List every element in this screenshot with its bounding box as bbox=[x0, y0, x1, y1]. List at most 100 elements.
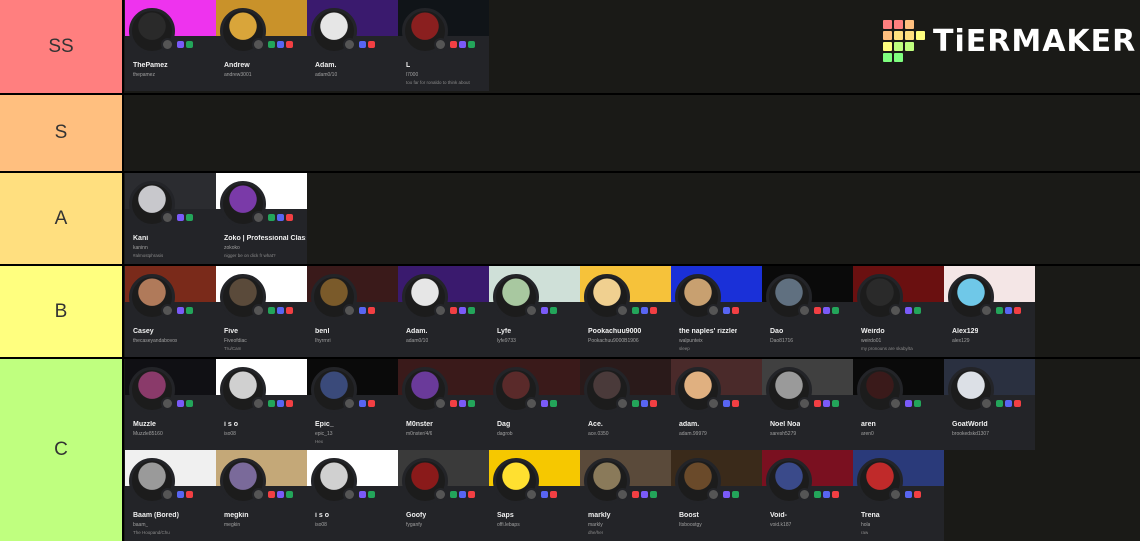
profile-badges bbox=[359, 491, 375, 498]
badge-icon bbox=[914, 400, 921, 407]
display-name: Epic_ bbox=[315, 421, 334, 428]
badge-icon bbox=[468, 41, 475, 48]
profile-card[interactable]: Weirdo weirdo01 my pronouns are skaby/ta bbox=[853, 266, 944, 357]
profile-card[interactable]: megkin megkin bbox=[216, 450, 307, 541]
profile-card[interactable]: Saps offi.lebaps bbox=[489, 450, 580, 541]
profile-card[interactable]: Five Fiveofdiac Tru/Cam bbox=[216, 266, 307, 357]
tier-label-s[interactable]: S bbox=[0, 95, 124, 171]
status-icon bbox=[525, 397, 538, 410]
badge-icon bbox=[177, 307, 184, 314]
badge-icon bbox=[268, 307, 275, 314]
display-name: Dag bbox=[497, 421, 511, 428]
profile-card[interactable]: Void-void.k187 bbox=[762, 450, 853, 541]
badge-icon bbox=[632, 491, 639, 498]
profile-card[interactable]: M0nster m0nster/4/6 bbox=[398, 359, 489, 450]
badge-icon bbox=[550, 307, 557, 314]
tier-label-ss[interactable]: SS bbox=[0, 0, 124, 93]
profile-card[interactable]: aren aren0 bbox=[853, 359, 944, 450]
profile-card[interactable]: Ll7000 too far for ronaldo to think about bbox=[398, 0, 489, 91]
tier-label-c[interactable]: C bbox=[0, 359, 124, 541]
badge-icon bbox=[541, 491, 548, 498]
profile-status-text: Tru/Cam bbox=[224, 346, 242, 351]
badge-icon bbox=[177, 491, 184, 498]
profile-card[interactable]: Casey thecaseyandabovos bbox=[125, 266, 216, 357]
profile-card[interactable]: Dag dagrob bbox=[489, 359, 580, 450]
status-icon bbox=[343, 488, 356, 501]
profile-badges bbox=[177, 41, 193, 48]
display-name: Weirdo bbox=[861, 328, 885, 335]
profile-card[interactable]: the naples' rizzler walpunteix sleep bbox=[671, 266, 762, 357]
badge-icon bbox=[186, 491, 193, 498]
profile-card[interactable]: Muzzle Muzzle85160 bbox=[125, 359, 216, 450]
badge-icon bbox=[1014, 307, 1021, 314]
username: Itsboostgy bbox=[679, 522, 702, 528]
status-icon bbox=[980, 304, 993, 317]
status-icon bbox=[798, 304, 811, 317]
profile-card[interactable]: GoatWorld brookedskd1307 bbox=[944, 359, 1035, 450]
display-name: Kani bbox=[133, 235, 149, 242]
username: hola bbox=[861, 522, 871, 528]
badge-icon bbox=[641, 491, 648, 498]
profile-card[interactable]: Lyfe lyfe9733 bbox=[489, 266, 580, 357]
profile-card[interactable]: Noel Noa saresh5279 bbox=[762, 359, 853, 450]
badge-icon bbox=[550, 400, 557, 407]
profile-badges bbox=[814, 400, 839, 407]
profile-status-text: The Hoopand/Chu bbox=[133, 530, 170, 535]
username: aren0 bbox=[861, 431, 874, 437]
profile-card[interactable]: benl Ihyrrnri bbox=[307, 266, 398, 357]
badge-icon bbox=[723, 400, 730, 407]
status-icon bbox=[434, 488, 447, 501]
display-name: Noel Noa bbox=[770, 421, 801, 428]
badge-icon bbox=[450, 400, 457, 407]
username: zokoko bbox=[224, 245, 240, 251]
profile-card[interactable]: Goofy fyganfy bbox=[398, 450, 489, 541]
status-icon bbox=[707, 304, 720, 317]
username: Dao81716 bbox=[770, 338, 794, 344]
badge-icon bbox=[832, 400, 839, 407]
profile-card[interactable]: Dao Dao81716 bbox=[762, 266, 853, 357]
display-name: Baam (Bored) bbox=[133, 512, 179, 519]
display-name: Void- bbox=[770, 512, 787, 519]
tier-row-a: A Kani kaninn #almostphrasis Zoko | Profess… bbox=[0, 171, 1140, 264]
badge-icon bbox=[359, 41, 366, 48]
badge-icon bbox=[268, 400, 275, 407]
tier-label-a[interactable]: A bbox=[0, 173, 124, 264]
username: adam0/10 bbox=[406, 338, 429, 344]
badge-icon bbox=[1014, 400, 1021, 407]
logo-grid-icon bbox=[883, 20, 925, 62]
profile-card[interactable]: Trena hola raw bbox=[853, 450, 944, 541]
badge-icon bbox=[723, 307, 730, 314]
display-name: Goofy bbox=[406, 512, 427, 519]
profile-card[interactable]: Adam. adam0/10 bbox=[398, 266, 489, 357]
status-icon bbox=[161, 38, 174, 51]
profile-card[interactable]: i s o iso08 bbox=[216, 359, 307, 450]
profile-card[interactable]: Zoko | Professional Class zokoko nigger be… bbox=[216, 173, 307, 264]
profile-card[interactable]: Ace. ace.0350 bbox=[580, 359, 671, 450]
profile-card[interactable]: Pookachuu9000 Pookachuu9000B1906 bbox=[580, 266, 671, 357]
tier-label-b[interactable]: B bbox=[0, 266, 124, 357]
profile-card[interactable]: i s o iso08 bbox=[307, 450, 398, 541]
badge-icon bbox=[823, 400, 830, 407]
display-name: Zoko | Professional Class bbox=[224, 235, 306, 242]
profile-status-text: my pronouns are skaby/ta bbox=[861, 346, 913, 351]
profile-card[interactable]: Baam (Bored) baam_ The Hoopand/Chu bbox=[125, 450, 216, 541]
profile-card[interactable]: adam. adam.99979 bbox=[671, 359, 762, 450]
tier-row-s: S bbox=[0, 93, 1140, 171]
profile-card[interactable]: Kani kaninn #almostphrasis bbox=[125, 173, 216, 264]
username: Muzzle85160 bbox=[133, 431, 163, 437]
status-icon bbox=[343, 38, 356, 51]
profile-card[interactable]: Adam. adam0/10 bbox=[307, 0, 398, 91]
profile-card[interactable]: Alex129 alex129 bbox=[944, 266, 1035, 357]
profile-card[interactable]: ThePamez thepamez bbox=[125, 0, 216, 91]
badge-icon bbox=[177, 41, 184, 48]
status-icon bbox=[252, 397, 265, 410]
profile-card[interactable]: Andrew andrew3001 bbox=[216, 0, 307, 91]
profile-card[interactable]: Boost Itsboostgy bbox=[671, 450, 762, 541]
display-name: aren bbox=[861, 421, 876, 428]
badge-icon bbox=[450, 491, 457, 498]
profile-card[interactable]: markly markly dhe/her bbox=[580, 450, 671, 541]
profile-card[interactable]: Epic_ epic_13 Hex bbox=[307, 359, 398, 450]
profile-badges bbox=[632, 491, 657, 498]
badge-icon bbox=[186, 307, 193, 314]
tiermaker-logo[interactable]: TiERMAKER bbox=[883, 20, 1136, 62]
